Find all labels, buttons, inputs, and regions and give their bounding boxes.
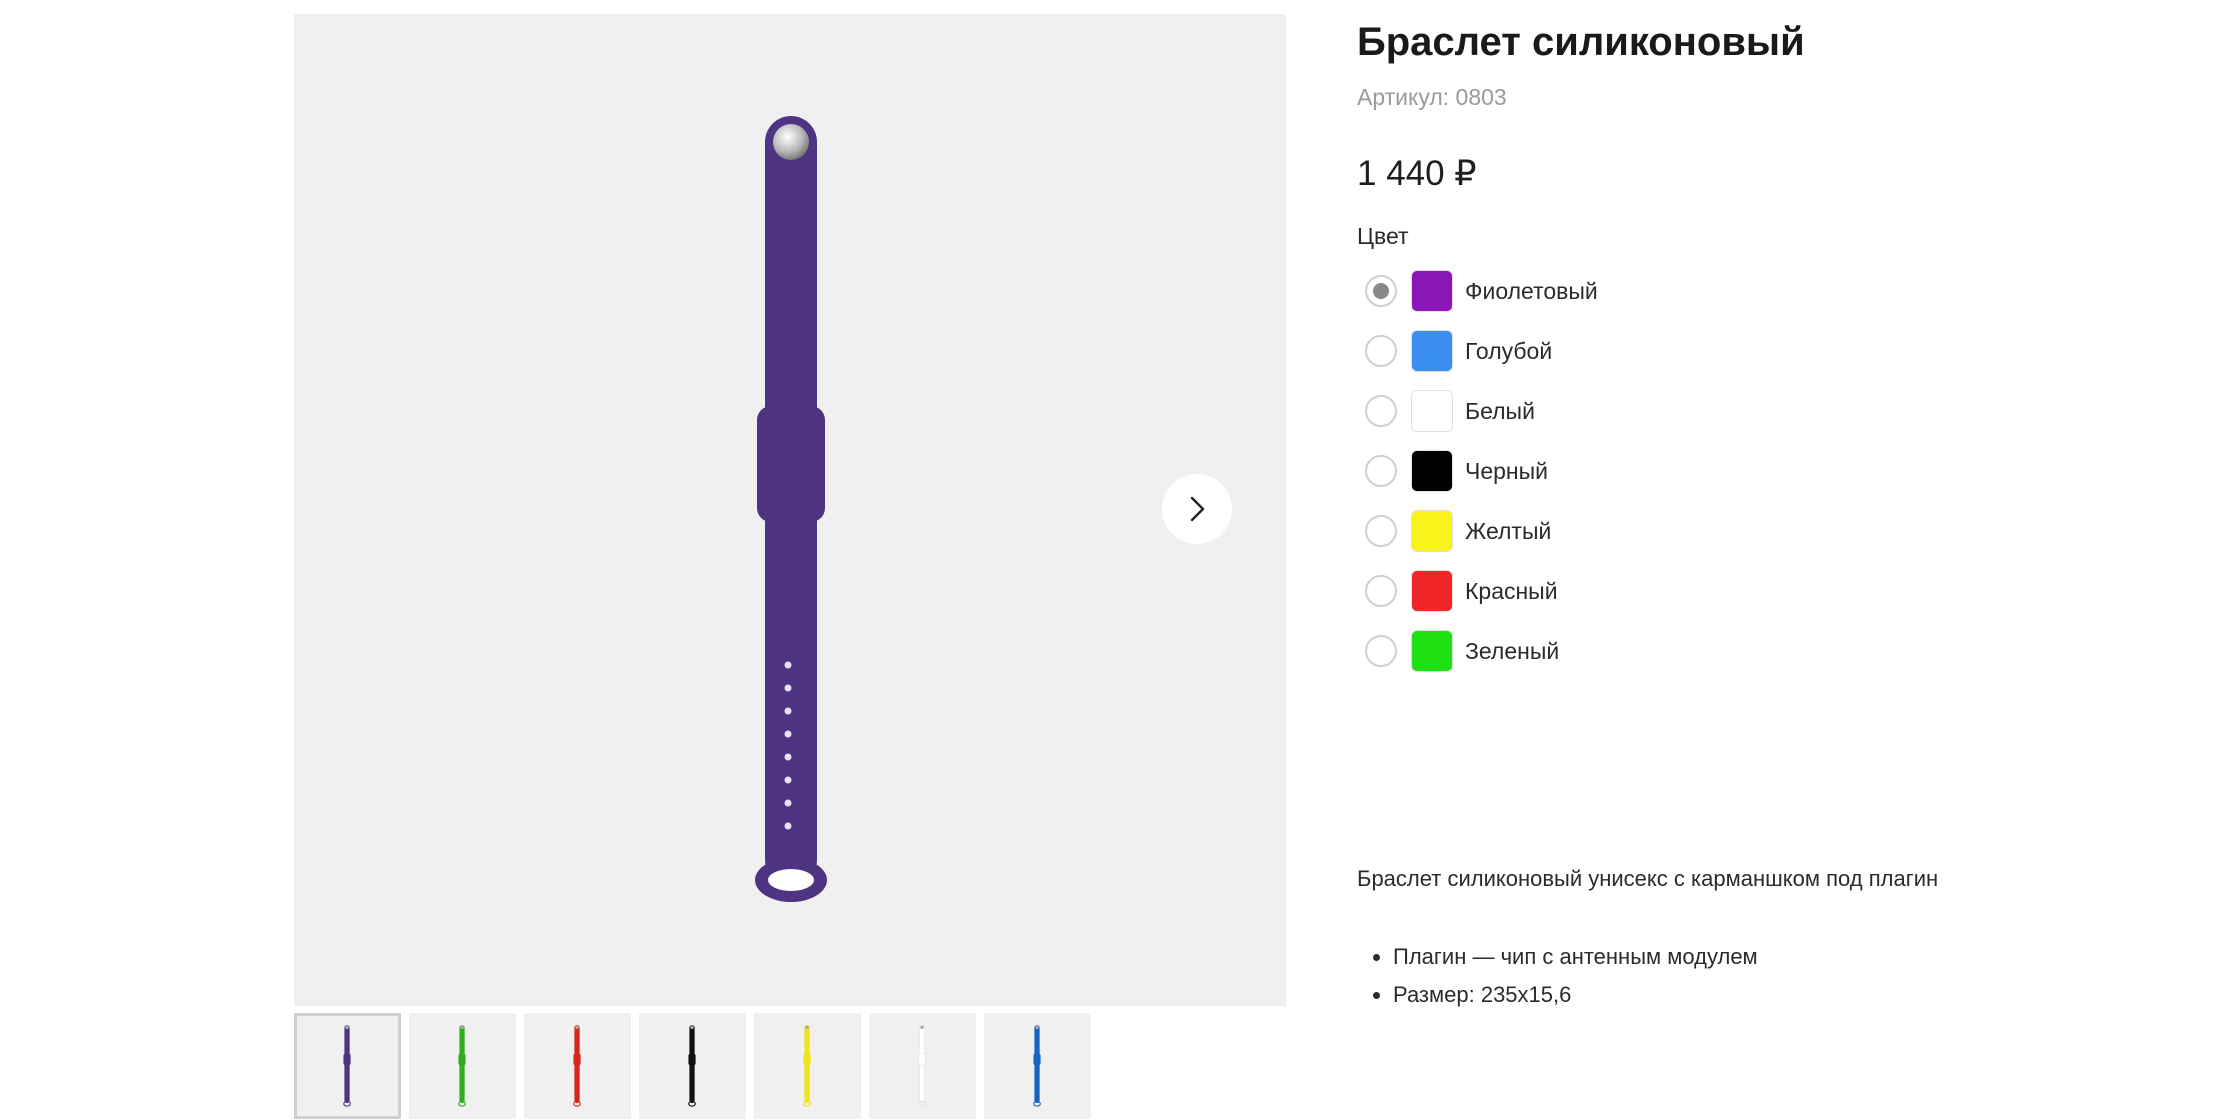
radio-button[interactable] bbox=[1365, 335, 1397, 367]
radio-button[interactable] bbox=[1365, 455, 1397, 487]
color-name: Фиолетовый bbox=[1465, 277, 1598, 304]
color-option-violet[interactable]: Фиолетовый bbox=[1365, 269, 1598, 313]
radio-button[interactable] bbox=[1365, 395, 1397, 427]
product-price: 1 440 ₽ bbox=[1357, 154, 1477, 193]
thumbnail-bracelet-image bbox=[458, 1025, 466, 1107]
color-swatch bbox=[1411, 510, 1453, 552]
color-name: Зеленый bbox=[1465, 637, 1560, 664]
product-title: Браслет силиконовый bbox=[1357, 20, 1805, 64]
color-swatch bbox=[1411, 630, 1453, 672]
color-option-black[interactable]: Черный bbox=[1365, 449, 1598, 493]
product-sku: Артикул: 0803 bbox=[1357, 84, 1507, 110]
thumbnail-strip bbox=[294, 1013, 1091, 1119]
thumbnail-bracelet-image bbox=[1033, 1025, 1041, 1107]
color-swatch bbox=[1411, 330, 1453, 372]
color-option-white[interactable]: Белый bbox=[1365, 389, 1598, 433]
feature-item: Плагин — чип с антенным модулем bbox=[1393, 942, 1758, 980]
thumbnail-7[interactable] bbox=[984, 1013, 1091, 1119]
product-info: Браслет силиконовый Артикул: 0803 1 440 … bbox=[1357, 0, 2217, 1120]
thumbnail-bracelet-image bbox=[803, 1025, 811, 1107]
thumbnail-5[interactable] bbox=[754, 1013, 861, 1119]
color-swatch bbox=[1411, 570, 1453, 612]
thumbnail-1[interactable] bbox=[294, 1013, 401, 1119]
color-name: Желтый bbox=[1465, 517, 1552, 544]
color-name: Белый bbox=[1465, 397, 1535, 424]
bracelet-illustration bbox=[755, 116, 827, 902]
color-swatch bbox=[1411, 390, 1453, 432]
color-option-yellow[interactable]: Желтый bbox=[1365, 509, 1598, 553]
chevron-right-icon bbox=[1190, 496, 1205, 522]
thumbnail-6[interactable] bbox=[869, 1013, 976, 1119]
color-swatch bbox=[1411, 270, 1453, 312]
thumbnail-4[interactable] bbox=[639, 1013, 746, 1119]
radio-button[interactable] bbox=[1365, 515, 1397, 547]
product-description: Браслет силиконовый унисекс с карманшком… bbox=[1357, 866, 1939, 891]
thumbnail-bracelet-image bbox=[343, 1025, 351, 1107]
product-image-viewer bbox=[294, 14, 1286, 1006]
feature-item: Размер: 235х15,6 bbox=[1393, 980, 1758, 1018]
color-name: Черный bbox=[1465, 457, 1548, 484]
color-option-green[interactable]: Зеленый bbox=[1365, 629, 1598, 673]
thumbnail-3[interactable] bbox=[524, 1013, 631, 1119]
thumbnail-bracelet-image bbox=[918, 1025, 926, 1107]
radio-button[interactable] bbox=[1365, 575, 1397, 607]
color-swatch bbox=[1411, 450, 1453, 492]
next-image-button[interactable] bbox=[1162, 474, 1232, 544]
color-name: Голубой bbox=[1465, 337, 1553, 364]
thumbnail-2[interactable] bbox=[409, 1013, 516, 1119]
color-option-light-blue[interactable]: Голубой bbox=[1365, 329, 1598, 373]
color-option-red[interactable]: Красный bbox=[1365, 569, 1598, 613]
color-label: Цвет bbox=[1357, 223, 1409, 249]
product-image bbox=[755, 116, 827, 902]
radio-button[interactable] bbox=[1365, 275, 1397, 307]
thumbnail-bracelet-image bbox=[688, 1025, 696, 1107]
thumbnail-bracelet-image bbox=[573, 1025, 581, 1107]
color-options: Фиолетовый Голубой Белый Черный Желтый К… bbox=[1365, 269, 1598, 689]
radio-button[interactable] bbox=[1365, 635, 1397, 667]
color-name: Красный bbox=[1465, 577, 1558, 604]
feature-list: Плагин — чип с антенным модулем Размер: … bbox=[1393, 942, 1758, 1018]
